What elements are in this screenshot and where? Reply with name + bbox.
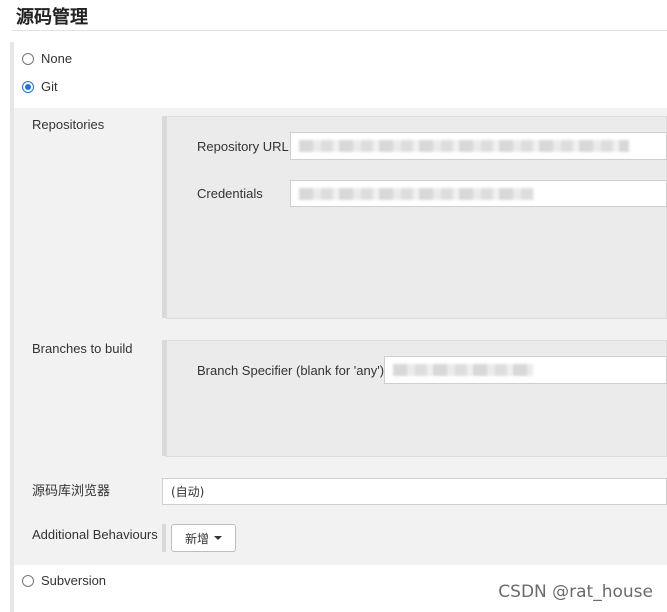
scm-option-subversion[interactable]: Subversion bbox=[22, 573, 106, 588]
repo-browser-label: 源码库浏览器 bbox=[32, 484, 111, 499]
radio-subversion-label: Subversion bbox=[41, 573, 107, 588]
radio-git[interactable] bbox=[22, 80, 34, 93]
radio-none[interactable] bbox=[22, 52, 34, 65]
caret-down-icon bbox=[214, 536, 222, 540]
add-behaviour-button[interactable]: 新增 bbox=[171, 524, 236, 552]
additional-behaviours-label: Additional Behaviours bbox=[32, 527, 158, 542]
credentials-label: Credentials bbox=[197, 186, 263, 201]
repository-url-label: Repository URL bbox=[197, 139, 289, 154]
title-divider bbox=[12, 30, 667, 31]
branch-specifier-label: Branch Specifier (blank for 'any') bbox=[197, 363, 385, 378]
scm-option-none[interactable]: None bbox=[22, 51, 72, 66]
section-title: 源码管理 bbox=[16, 7, 88, 28]
repo-browser-value: (自动) bbox=[171, 485, 205, 499]
repository-url-redacted bbox=[299, 140, 629, 152]
branch-specifier-input[interactable] bbox=[384, 356, 667, 384]
radio-subversion[interactable] bbox=[22, 574, 34, 587]
branches-label: Branches to build bbox=[32, 341, 133, 356]
credentials-select[interactable] bbox=[290, 180, 667, 207]
radio-none-label: None bbox=[41, 51, 73, 66]
branch-specifier-redacted bbox=[393, 364, 533, 376]
additional-behaviours-bar bbox=[162, 524, 166, 552]
scm-option-git[interactable]: Git bbox=[22, 79, 58, 94]
repository-url-input[interactable] bbox=[290, 132, 667, 160]
radio-git-label: Git bbox=[41, 79, 58, 94]
repositories-label: Repositories bbox=[32, 117, 105, 132]
add-behaviour-button-label: 新增 bbox=[184, 531, 209, 546]
repo-browser-select[interactable]: (自动) bbox=[162, 478, 667, 505]
credentials-redacted bbox=[299, 187, 534, 200]
watermark: CSDN @rat_house bbox=[498, 582, 653, 602]
